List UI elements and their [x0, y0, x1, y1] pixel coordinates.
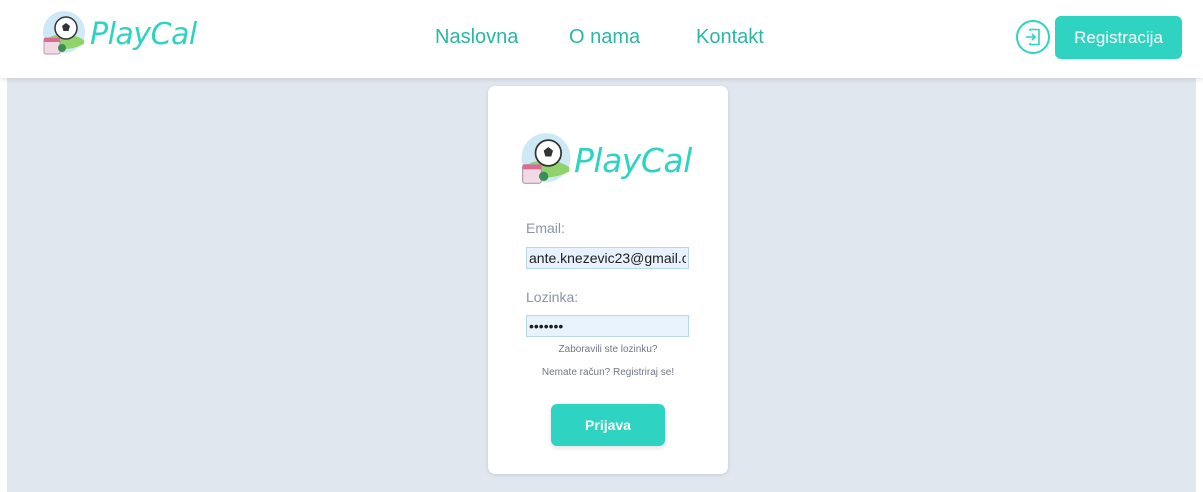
- login-submit-button[interactable]: Prijava: [551, 404, 665, 446]
- logo-text: PlayCal: [90, 16, 197, 52]
- logo[interactable]: PlayCal: [40, 10, 197, 58]
- register-button[interactable]: Registracija: [1055, 16, 1182, 59]
- nav-link-kontakt[interactable]: Kontakt: [696, 26, 764, 49]
- email-field[interactable]: [526, 247, 689, 269]
- email-label: Email:: [526, 220, 565, 236]
- soccer-calendar-logo-icon: [43, 11, 85, 55]
- password-field[interactable]: [526, 315, 689, 337]
- register-link[interactable]: Nemate račun? Registriraj se!: [488, 367, 728, 378]
- card-logo-text: PlayCal: [574, 140, 692, 180]
- login-card: PlayCal Email: Lozinka: Zaboravili ste l…: [488, 86, 728, 474]
- nav-link-o-nama[interactable]: O nama: [569, 26, 640, 49]
- password-label: Lozinka:: [526, 289, 579, 305]
- login-icon: [1026, 28, 1040, 46]
- login-icon-button[interactable]: [1016, 20, 1050, 54]
- top-navbar: PlayCal Naslovna O nama Kontakt Registra…: [0, 0, 1203, 78]
- nav-link-naslovna[interactable]: Naslovna: [435, 26, 518, 49]
- forgot-password-link[interactable]: Zaboravili ste lozinku?: [488, 344, 728, 355]
- card-logo: PlayCal: [518, 132, 692, 188]
- soccer-calendar-logo-icon: [521, 133, 571, 184]
